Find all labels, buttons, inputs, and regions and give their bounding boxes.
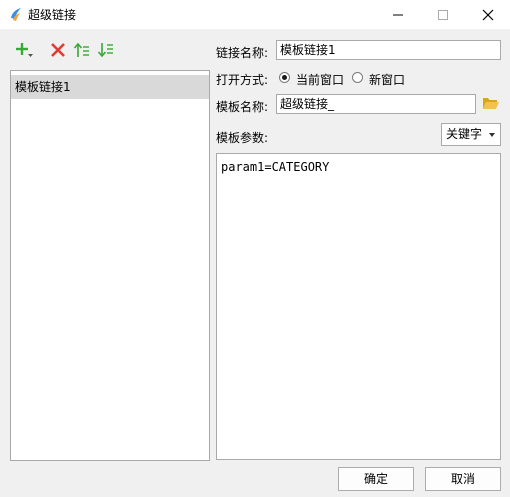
close-button[interactable]	[465, 0, 510, 29]
delete-link-button[interactable]	[48, 40, 68, 60]
red-x-icon	[51, 43, 65, 57]
cancel-button[interactable]: 取消	[425, 467, 501, 491]
chevron-down-icon	[489, 133, 495, 137]
template-params-label: 模板参数:	[216, 131, 269, 145]
new-window-radio[interactable]	[352, 72, 363, 83]
maximize-button[interactable]	[420, 0, 466, 29]
new-window-label[interactable]: 新窗口	[369, 71, 405, 88]
maximize-icon	[438, 9, 448, 20]
link-name-input[interactable]: 模板链接1	[276, 40, 501, 60]
params-text: param1=CATEGORY	[221, 160, 330, 174]
plus-dropdown-icon	[16, 43, 33, 57]
minimize-icon	[393, 14, 403, 15]
template-name-label: 模板名称:	[216, 100, 269, 114]
ok-button[interactable]: 确定	[338, 467, 414, 491]
param-type-select[interactable]: 关键字	[441, 123, 501, 146]
add-link-button[interactable]	[14, 40, 34, 60]
app-logo-icon	[8, 6, 24, 22]
link-list[interactable]: 模板链接1	[10, 70, 210, 461]
arrow-down-list-icon	[97, 43, 113, 58]
close-icon	[482, 9, 494, 20]
browse-folder-button[interactable]	[482, 95, 500, 111]
current-window-radio[interactable]	[279, 72, 290, 83]
move-up-button[interactable]	[72, 40, 92, 60]
template-name-input[interactable]: 超级链接_	[276, 94, 476, 114]
window-title: 超级链接	[28, 8, 77, 22]
move-down-button[interactable]	[96, 40, 116, 60]
param-type-value: 关键字	[446, 127, 483, 141]
params-textarea[interactable]: param1=CATEGORY	[216, 153, 501, 460]
minimize-button[interactable]	[375, 0, 421, 29]
folder-icon	[483, 98, 499, 109]
arrow-up-list-icon	[73, 42, 89, 57]
open-mode-label: 打开方式:	[216, 73, 269, 87]
list-item[interactable]: 模板链接1	[11, 75, 209, 99]
current-window-label[interactable]: 当前窗口	[296, 71, 344, 88]
title-bar: 超级链接	[0, 0, 510, 29]
link-name-label: 链接名称:	[216, 46, 269, 60]
